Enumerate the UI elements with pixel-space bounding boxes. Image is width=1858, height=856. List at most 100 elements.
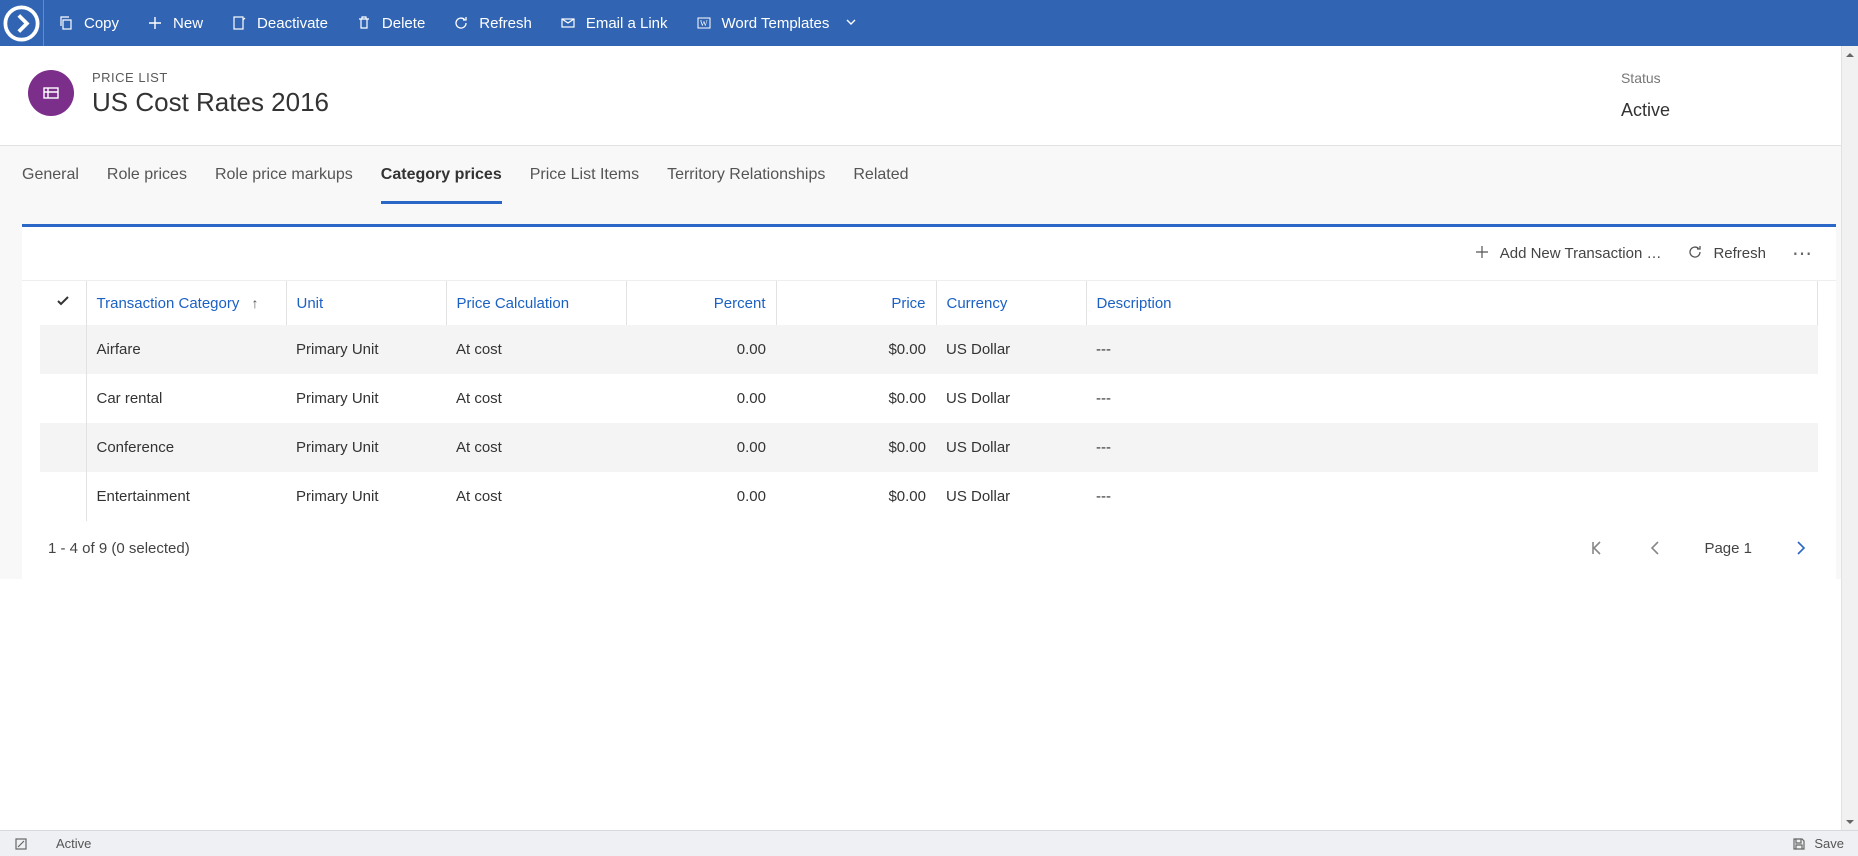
row-selector[interactable] [40,374,86,423]
status-edit-icon[interactable] [14,837,28,851]
status-value: Active [1621,100,1670,121]
table-row[interactable]: ConferencePrimary UnitAt cost0.00$0.00US… [40,423,1818,472]
row-selector[interactable] [40,423,86,472]
cell-category[interactable]: Airfare [86,325,286,374]
cell-currency[interactable]: US Dollar [936,423,1086,472]
cell-price: $0.00 [776,325,936,374]
email-link-label: Email a Link [586,15,668,32]
refresh-icon [453,15,469,31]
tab-general[interactable]: General [22,146,79,204]
command-bar-expand-button[interactable] [0,0,44,46]
col-unit[interactable]: Unit [286,281,446,325]
col-calc-label: Price Calculation [457,295,570,312]
cell-category[interactable]: Car rental [86,374,286,423]
add-new-label: Add New Transaction … [1500,245,1662,262]
cell-percent: 0.00 [626,472,776,521]
col-percent-label: Percent [714,295,766,312]
cell-currency[interactable]: US Dollar [936,472,1086,521]
col-price-calculation[interactable]: Price Calculation [446,281,626,325]
col-price[interactable]: Price [776,281,936,325]
word-templates-button[interactable]: W Word Templates [682,0,872,46]
cell-unit[interactable]: Primary Unit [286,472,446,521]
grid-more-button[interactable]: ⋯ [1792,241,1814,266]
tab-role-prices[interactable]: Role prices [107,146,187,204]
delete-button[interactable]: Delete [342,0,439,46]
pager-next-button[interactable] [1792,539,1810,557]
cell-price: $0.00 [776,423,936,472]
cell-percent: 0.00 [626,374,776,423]
deactivate-button[interactable]: Deactivate [217,0,342,46]
cell-currency[interactable]: US Dollar [936,374,1086,423]
add-new-transaction-button[interactable]: Add New Transaction … [1474,244,1662,264]
tab-related[interactable]: Related [853,146,908,204]
col-description[interactable]: Description [1086,281,1818,325]
tab-price-list-items[interactable]: Price List Items [530,146,639,204]
grid-toolbar: Add New Transaction … Refresh ⋯ [22,227,1836,280]
status-bar: Active Save [0,830,1858,856]
vertical-scrollbar[interactable] [1841,46,1858,830]
col-currency[interactable]: Currency [936,281,1086,325]
cell-unit[interactable]: Primary Unit [286,423,446,472]
save-icon [1792,837,1806,851]
refresh-icon [1687,244,1703,264]
table-row[interactable]: AirfarePrimary UnitAt cost0.00$0.00US Do… [40,325,1818,374]
grid-refresh-label: Refresh [1713,245,1766,262]
entity-avatar [28,70,74,116]
grid-refresh-button[interactable]: Refresh [1687,244,1766,264]
pager-prev-button[interactable] [1646,539,1664,557]
entity-type-label: PRICE LIST [92,70,329,85]
refresh-label: Refresh [479,15,532,32]
col-percent[interactable]: Percent [626,281,776,325]
tab-category-prices[interactable]: Category prices [381,146,502,204]
page-title: US Cost Rates 2016 [92,87,329,118]
status-label: Status [1621,70,1670,86]
select-all-header[interactable] [40,281,86,325]
save-button[interactable]: Save [1792,836,1844,851]
plus-icon [1474,244,1490,264]
cell-calc: At cost [446,374,626,423]
cell-calc: At cost [446,423,626,472]
email-link-button[interactable]: Email a Link [546,0,682,46]
data-grid: Transaction Category ↑ Unit Price Calcul… [22,280,1836,521]
svg-text:W: W [700,19,708,28]
cell-unit[interactable]: Primary Unit [286,325,446,374]
col-unit-label: Unit [297,295,324,312]
deactivate-label: Deactivate [257,15,328,32]
word-templates-label: Word Templates [722,15,830,32]
copy-button[interactable]: Copy [44,0,133,46]
table-row[interactable]: EntertainmentPrimary UnitAt cost0.00$0.0… [40,472,1818,521]
tab-role-price-markups[interactable]: Role price markups [215,146,353,204]
status-state: Active [56,836,91,851]
scroll-up-button[interactable] [1842,46,1858,63]
row-selector[interactable] [40,472,86,521]
tab-territory-relationships[interactable]: Territory Relationships [667,146,825,204]
cell-unit[interactable]: Primary Unit [286,374,446,423]
trash-icon [356,15,372,31]
pager-first-button[interactable] [1588,539,1606,557]
col-tc-label: Transaction Category [97,295,240,312]
grid-card: Add New Transaction … Refresh ⋯ Transact… [22,224,1836,579]
cell-category[interactable]: Entertainment [86,472,286,521]
table-row[interactable]: Car rentalPrimary UnitAt cost0.00$0.00US… [40,374,1818,423]
row-selector[interactable] [40,325,86,374]
cell-category[interactable]: Conference [86,423,286,472]
cell-price: $0.00 [776,374,936,423]
command-bar: Copy New Deactivate Delete Refresh Email… [0,0,1858,46]
pager-page-label: Page 1 [1704,540,1752,557]
deactivate-icon [231,15,247,31]
scroll-down-button[interactable] [1842,813,1858,830]
cell-description: --- [1086,423,1818,472]
refresh-button[interactable]: Refresh [439,0,546,46]
new-button[interactable]: New [133,0,217,46]
header-row: Transaction Category ↑ Unit Price Calcul… [40,281,1818,325]
email-icon [560,15,576,31]
cell-currency[interactable]: US Dollar [936,325,1086,374]
cell-calc: At cost [446,325,626,374]
cell-price: $0.00 [776,472,936,521]
chevron-down-icon [845,15,857,32]
cell-percent: 0.00 [626,325,776,374]
grid-footer: 1 - 4 of 9 (0 selected) Page 1 [22,521,1836,579]
cell-calc: At cost [446,472,626,521]
col-transaction-category[interactable]: Transaction Category ↑ [86,281,286,325]
cell-description: --- [1086,325,1818,374]
